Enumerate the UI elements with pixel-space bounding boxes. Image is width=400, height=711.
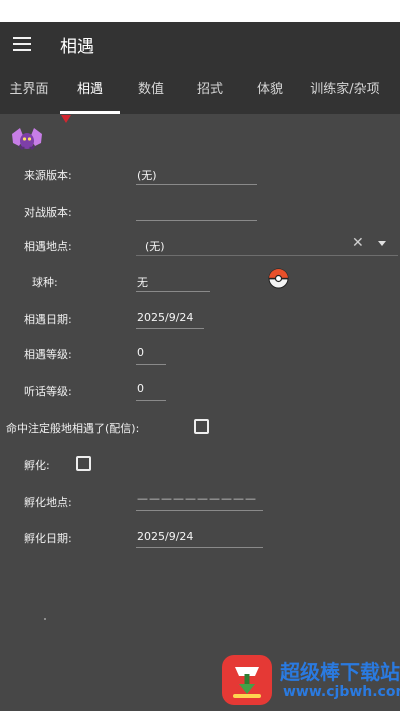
hatch-label: 孵化: bbox=[24, 459, 50, 472]
met-level-input[interactable]: 0 bbox=[137, 346, 144, 359]
page-title: 相遇 bbox=[60, 37, 94, 57]
watermark-name: 超级棒下载站 bbox=[280, 660, 400, 684]
watermark-logo-icon bbox=[222, 655, 272, 705]
tab-trainer-misc[interactable]: 训练家/杂项 bbox=[302, 66, 388, 114]
hatch-date-underline bbox=[136, 547, 263, 548]
tab-appearance[interactable]: 体貌 bbox=[245, 66, 295, 114]
met-date-value[interactable]: 2025/9/24 bbox=[137, 311, 193, 324]
close-icon[interactable]: ✕ bbox=[352, 235, 364, 251]
hatch-date-value[interactable]: 2025/9/24 bbox=[137, 530, 193, 543]
ball-underline bbox=[136, 291, 210, 292]
tab-main[interactable]: 主界面 bbox=[0, 66, 58, 114]
origin-version-underline bbox=[136, 184, 257, 185]
tab-bar: 主界面 相遇 数值 招式 体貌 训练家/杂项 bbox=[0, 66, 400, 114]
met-date-label: 相遇日期: bbox=[24, 313, 72, 326]
app-bar: 相遇 bbox=[0, 22, 400, 66]
met-level-underline bbox=[136, 364, 166, 365]
battle-version-label: 对战版本: bbox=[24, 206, 72, 219]
tab-moves[interactable]: 招式 bbox=[185, 66, 235, 114]
hatch-location-underline bbox=[136, 510, 263, 511]
met-date-underline bbox=[136, 328, 204, 329]
app-screen: 相遇 主界面 相遇 数值 招式 体貌 训练家/杂项 来源版本: (无) 对战版本… bbox=[0, 22, 400, 711]
hatch-location-label: 孵化地点: bbox=[24, 496, 72, 509]
obedience-level-input[interactable]: 0 bbox=[137, 382, 144, 395]
obedience-level-underline bbox=[136, 400, 166, 401]
obedience-level-label: 听话等级: bbox=[24, 385, 72, 398]
met-location-label: 相遇地点: bbox=[24, 240, 72, 253]
hatch-date-label: 孵化日期: bbox=[24, 532, 72, 545]
met-location-underline bbox=[136, 255, 398, 256]
hatch-checkbox[interactable] bbox=[76, 456, 91, 471]
tab-stats[interactable]: 数值 bbox=[126, 66, 176, 114]
fateful-label: 命中注定般地相遇了(配信): bbox=[6, 422, 140, 435]
ball-value[interactable]: 无 bbox=[137, 274, 148, 290]
met-level-label: 相遇等级: bbox=[24, 348, 72, 361]
origin-version-value[interactable]: (无) bbox=[137, 167, 157, 183]
tab-encounter[interactable]: 相遇 bbox=[60, 66, 120, 114]
poke-ball-icon[interactable] bbox=[268, 268, 289, 289]
menu-icon[interactable] bbox=[13, 37, 31, 51]
battle-version-underline bbox=[136, 220, 257, 221]
status-bar bbox=[0, 0, 400, 22]
pokemon-sprite-icon bbox=[12, 128, 42, 150]
fateful-checkbox[interactable] bbox=[194, 419, 209, 434]
tab-indicator bbox=[60, 111, 120, 114]
marker-icon bbox=[61, 115, 71, 123]
origin-version-label: 来源版本: bbox=[24, 169, 72, 182]
ball-label: 球种: bbox=[32, 276, 58, 289]
divider-dot bbox=[44, 618, 46, 620]
watermark-url: www.cjbwh.com bbox=[283, 684, 400, 700]
chevron-down-icon[interactable] bbox=[378, 241, 386, 246]
hatch-location-value[interactable]: —————————— bbox=[137, 492, 257, 505]
met-location-dropdown[interactable]: (无) bbox=[145, 238, 165, 254]
